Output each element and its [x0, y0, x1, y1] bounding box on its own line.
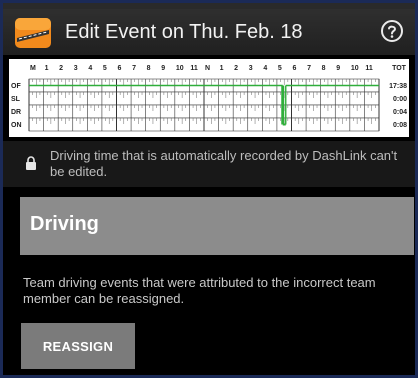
- hour-label: 9: [336, 65, 340, 72]
- status-row-total: 0:04: [393, 109, 407, 116]
- auto-recorded-notice: Driving time that is automatically recor…: [3, 141, 415, 187]
- hour-label: 1: [220, 65, 224, 72]
- hour-label: 11: [190, 65, 198, 72]
- hour-label: N: [205, 65, 210, 72]
- hour-label: 2: [234, 65, 238, 72]
- hour-label: 2: [59, 65, 63, 72]
- duty-status-graph: M 1 2 3 4 5 6 7 8 9 10 11 N 1 2 3 4 5 6 7 8 9 10 11 TOT OF 17:38 SL…: [9, 59, 409, 137]
- hour-label: 7: [307, 65, 311, 72]
- hour-label: 5: [278, 65, 282, 72]
- page-title: Edit Event on Thu. Feb. 18: [65, 21, 303, 43]
- status-row-label: SL: [11, 96, 21, 103]
- status-row-label: DR: [11, 109, 21, 116]
- team-reassign-notice: Team driving events that were attributed…: [23, 275, 376, 306]
- lock-icon: [25, 156, 37, 170]
- dashlink-logo-icon: [15, 16, 51, 48]
- app-screen: Edit Event on Thu. Feb. 18 M 1 2 3 4 5 6 7 8 9 10 1…: [3, 3, 415, 375]
- hour-label: 7: [132, 65, 136, 72]
- status-row-total: 17:38: [389, 83, 407, 90]
- event-status-field: Driving: [20, 197, 414, 255]
- status-row-label: OF: [11, 83, 21, 90]
- hour-label: 6: [118, 65, 122, 72]
- hour-label: 4: [88, 65, 92, 72]
- hour-label: M: [30, 65, 36, 72]
- reassign-button[interactable]: REASSIGN: [21, 323, 135, 369]
- hour-label: 10: [176, 65, 184, 72]
- hour-label: 3: [74, 65, 78, 72]
- hour-label: 6: [293, 65, 297, 72]
- help-circle-icon[interactable]: [380, 19, 404, 43]
- hour-label: 11: [365, 65, 373, 72]
- reassign-button-label: REASSIGN: [42, 338, 114, 354]
- status-row-label: ON: [11, 122, 22, 129]
- hour-label: 9: [161, 65, 165, 72]
- hour-label: 4: [263, 65, 267, 72]
- hour-label: 5: [103, 65, 107, 72]
- hour-label: 10: [351, 65, 359, 72]
- notice-text: Driving time that is automatically recor…: [50, 148, 398, 179]
- total-header: TOT: [392, 65, 407, 72]
- status-row-total: 0:00: [393, 96, 407, 103]
- status-row-total: 0:08: [393, 122, 407, 129]
- hour-label: 8: [322, 65, 326, 72]
- event-status-value: Driving: [30, 213, 99, 235]
- app-bar: Edit Event on Thu. Feb. 18: [3, 9, 415, 55]
- hour-label: 1: [45, 65, 49, 72]
- hour-label: 8: [147, 65, 151, 72]
- hour-label: 3: [249, 65, 253, 72]
